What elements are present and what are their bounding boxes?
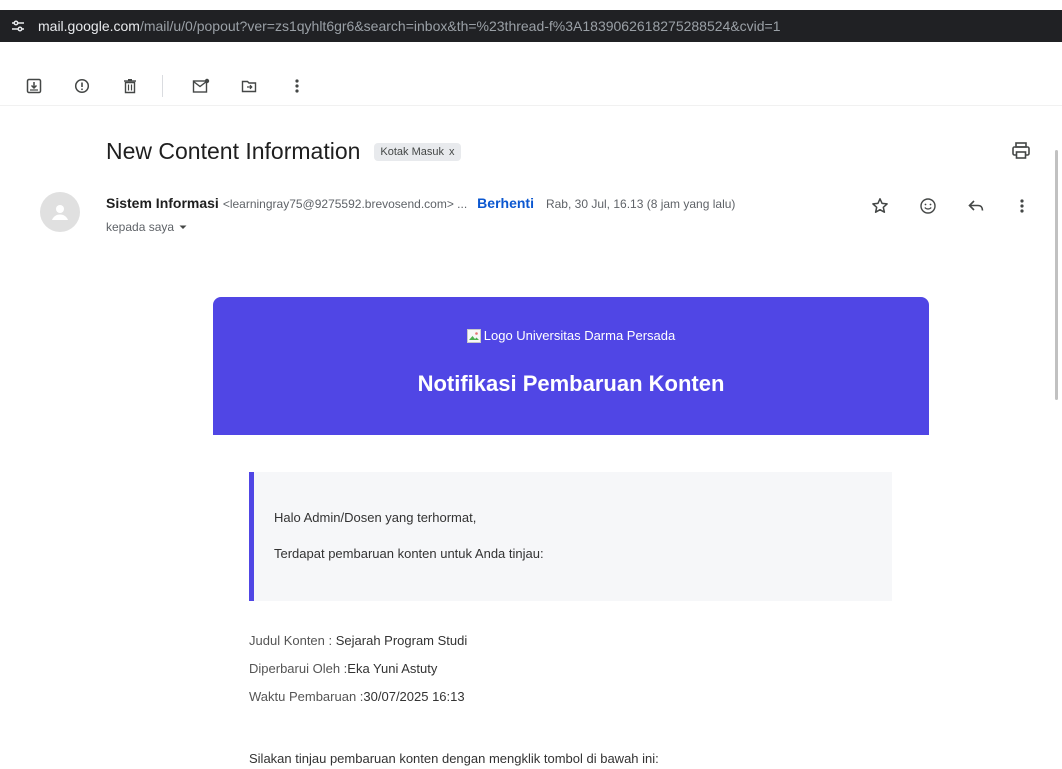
star-icon[interactable] [870,196,890,216]
email-subject: New Content Information [106,138,361,164]
reply-icon[interactable] [966,196,986,216]
delete-icon[interactable] [120,76,140,96]
chevron-down-icon [179,225,187,229]
intro-text: Terdapat pembaruan konten untuk Anda tin… [274,546,544,561]
report-spam-icon[interactable] [72,76,92,96]
sender-avatar [40,192,80,232]
more-options-icon[interactable] [1012,196,1032,216]
sender-row: Sistem Informasi <learningray75@9275592.… [106,195,735,211]
toolbar-divider [162,74,163,97]
remove-label-button[interactable]: x [449,146,455,158]
sender-email: <learningray75@9275592.brevosend.com> ..… [222,197,468,211]
detail-value: 30/07/2025 16:13 [363,689,465,704]
detail-value: Sejarah Program Studi [332,633,468,648]
detail-value: Eka Yuni Astuty [347,661,438,676]
sender-name[interactable]: Sistem Informasi [106,195,219,211]
subject-row: New Content Information Kotak Masuk x [106,138,461,165]
content-details: Judul Konten : Sejarah Program Studi Dip… [249,633,467,717]
detail-key: Diperbarui Oleh : [249,661,348,676]
archive-icon[interactable] [24,76,44,96]
banner-title: Notifikasi Pembaruan Konten [417,371,725,396]
url-host: mail.google.com [38,18,140,34]
emoji-reaction-icon[interactable] [918,196,938,216]
recipient-details[interactable]: kepada saya [106,220,188,234]
detail-key: Waktu Pembaruan : [249,689,364,704]
detail-row: Diperbarui Oleh :Eka Yuni Astuty [249,661,467,676]
mark-unread-icon[interactable] [191,76,211,96]
address-bar[interactable]: mail.google.com/mail/u/0/popout?ver=zs1q… [0,10,1062,42]
message-toolbar [0,66,1062,106]
label-chip-text: Kotak Masuk [380,145,444,158]
email-banner: Logo Universitas Darma Persada Notifikas… [213,297,929,435]
url-path: /mail/u/0/popout?ver=zs1qyhlt6gr6&search… [139,18,781,34]
logo-image: Logo Universitas Darma Persada [213,328,929,343]
broken-image-icon [466,328,481,343]
scrollbar-thumb[interactable] [1055,150,1058,400]
inbox-label-chip: Kotak Masuk x [374,142,461,161]
greeting-box: Halo Admin/Dosen yang terhormat, Terdapa… [249,472,892,601]
url-text: mail.google.com/mail/u/0/popout?ver=zs1q… [38,18,781,34]
detail-key: Judul Konten : [249,633,333,648]
unsubscribe-link[interactable]: Berhenti [477,195,534,211]
detail-row: Waktu Pembaruan :30/07/2025 16:13 [249,689,467,704]
move-to-icon[interactable] [239,76,259,96]
site-settings-icon[interactable] [10,18,26,34]
greeting-text: Halo Admin/Dosen yang terhormat, [274,510,477,525]
print-icon[interactable] [1010,140,1032,162]
recipient-label: kepada saya [106,220,175,234]
more-vert-icon[interactable] [287,76,307,96]
message-date: Rab, 30 Jul, 16.13 (8 jam yang lalu) [545,197,736,211]
logo-alt-text: Logo Universitas Darma Persada [483,328,676,343]
review-prompt: Silakan tinjau pembaruan konten dengan m… [249,751,659,766]
detail-row: Judul Konten : Sejarah Program Studi [249,633,467,648]
